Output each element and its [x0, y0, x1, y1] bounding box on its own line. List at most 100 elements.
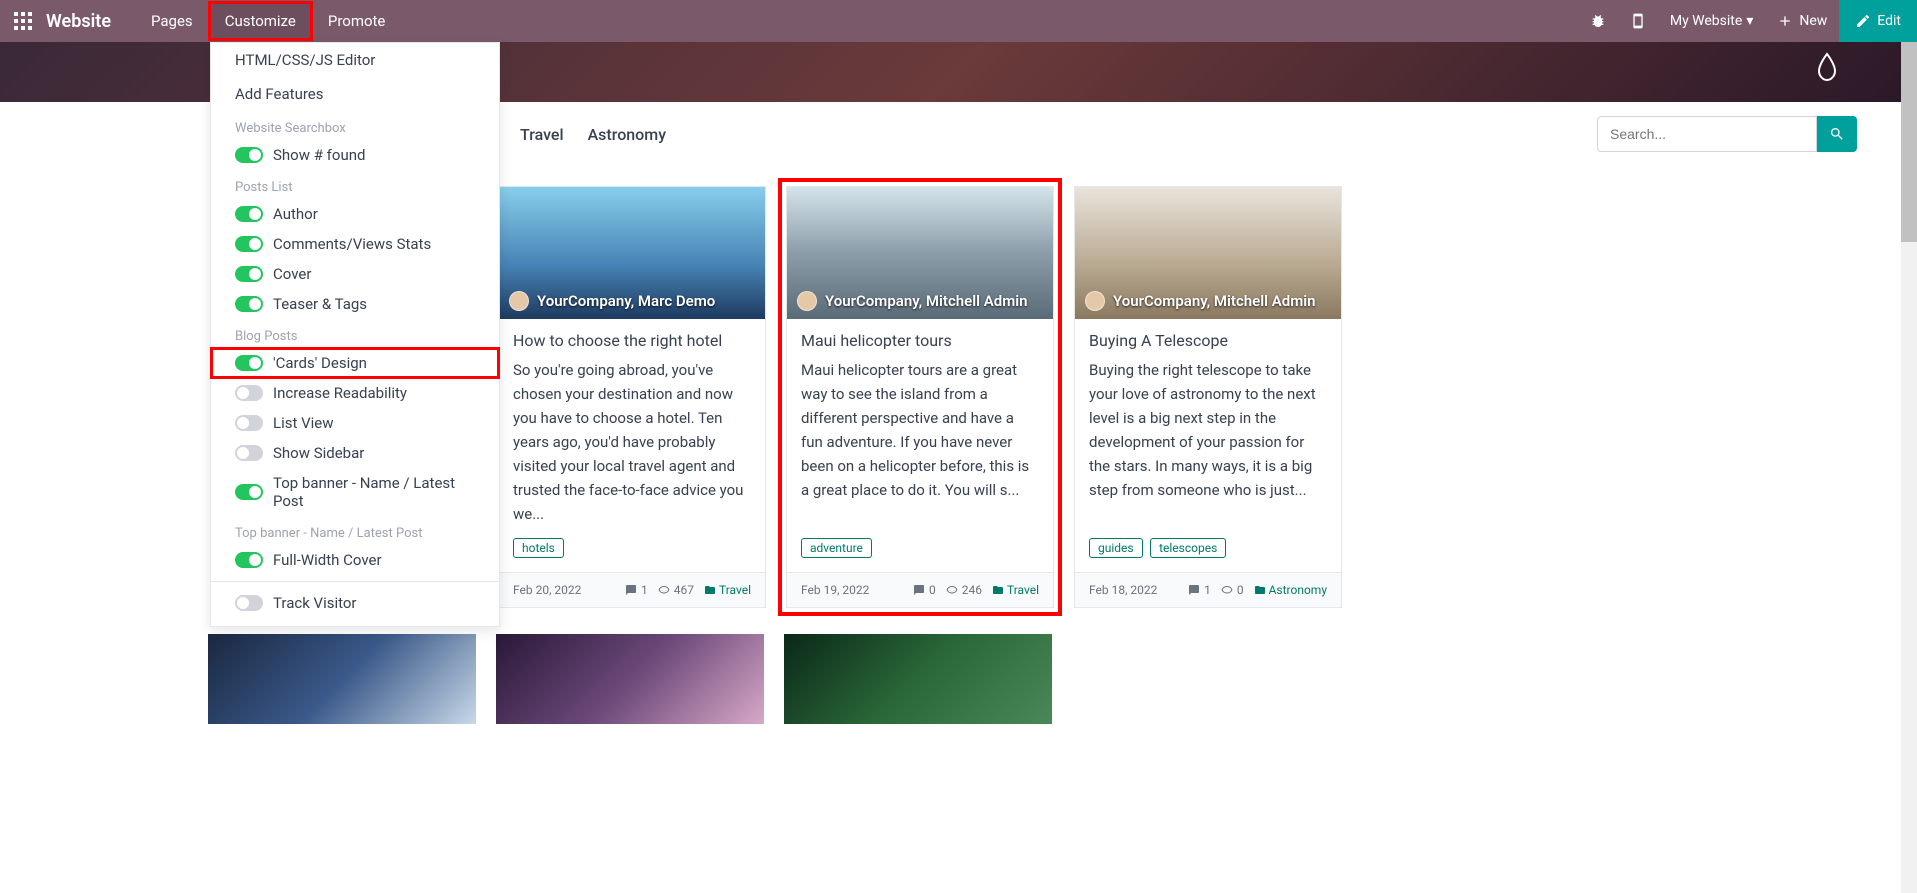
my-website-label: My Website: [1670, 13, 1742, 29]
customize-dropdown: HTML/CSS/JS Editor Add Features Website …: [210, 42, 500, 627]
filter-astronomy[interactable]: Astronomy: [576, 121, 678, 148]
dropdown-add-features[interactable]: Add Features: [211, 77, 499, 111]
views-count: 246: [962, 583, 982, 597]
card-cover-image: YourCompany, Marc Demo: [499, 187, 765, 319]
toggle-track-visitor[interactable]: Track Visitor: [211, 588, 499, 618]
edit-button[interactable]: Edit: [1839, 0, 1917, 42]
views-icon: [658, 584, 670, 596]
toggle-list-view[interactable]: List View: [211, 408, 499, 438]
comment-icon: [625, 584, 637, 596]
bug-icon[interactable]: [1578, 13, 1618, 29]
views-icon: [1221, 584, 1233, 596]
mobile-icon[interactable]: [1618, 13, 1658, 29]
toggle-switch[interactable]: [235, 484, 263, 500]
nav-customize[interactable]: Customize: [209, 2, 312, 40]
new-label: New: [1799, 13, 1827, 29]
edit-label: Edit: [1877, 13, 1901, 29]
toggle-switch[interactable]: [235, 236, 263, 252]
toggle-switch[interactable]: [235, 595, 263, 611]
category-label[interactable]: Travel: [719, 583, 751, 597]
toggle-show-sidebar[interactable]: Show Sidebar: [211, 438, 499, 468]
blog-card[interactable]: YourCompany, Marc Demo How to choose the…: [498, 186, 766, 608]
views-count: 0: [1237, 583, 1244, 597]
scroll-thumb[interactable]: [1901, 42, 1917, 242]
comment-icon: [913, 584, 925, 596]
comment-count: 1: [641, 583, 648, 597]
toggle-switch[interactable]: [235, 415, 263, 431]
card-text: Maui helicopter tours are a great way to…: [801, 358, 1039, 502]
toggle-top-banner[interactable]: Top banner - Name / Latest Post: [211, 468, 499, 516]
nav-pages[interactable]: Pages: [135, 2, 209, 40]
filter-travel[interactable]: Travel: [508, 121, 576, 148]
scrollbar[interactable]: [1901, 42, 1917, 893]
folder-icon: [992, 584, 1004, 596]
toggle-switch[interactable]: [235, 147, 263, 163]
toggle-author[interactable]: Author: [211, 199, 499, 229]
card-text: So you're going abroad, you've chosen yo…: [513, 358, 751, 526]
avatar: [1085, 291, 1105, 311]
toggle-cover[interactable]: Cover: [211, 259, 499, 289]
dropdown-html-editor[interactable]: HTML/CSS/JS Editor: [211, 43, 499, 77]
nav-promote[interactable]: Promote: [312, 2, 402, 40]
author-label: YourCompany, Mitchell Admin: [825, 292, 1028, 310]
toggle-switch[interactable]: [235, 296, 263, 312]
brand-label[interactable]: Website: [46, 11, 135, 32]
search-button[interactable]: [1817, 116, 1857, 152]
category-label[interactable]: Astronomy: [1269, 583, 1327, 597]
apps-icon[interactable]: [0, 12, 46, 30]
blog-card-cover[interactable]: [496, 634, 764, 724]
toggle-switch[interactable]: [235, 552, 263, 568]
author-label: YourCompany, Marc Demo: [537, 292, 715, 310]
comment-count: 0: [929, 583, 936, 597]
card-title: How to choose the right hotel: [513, 331, 751, 350]
views-icon: [946, 584, 958, 596]
dropdown-header-posts-list: Posts List: [211, 170, 499, 199]
folder-icon: [704, 584, 716, 596]
search-input[interactable]: [1597, 116, 1817, 152]
card-date: Feb 19, 2022: [801, 583, 869, 597]
avatar: [797, 291, 817, 311]
card-date: Feb 18, 2022: [1089, 583, 1157, 597]
cards-row: YourCompany, Marc Demo How to choose the…: [498, 186, 1857, 608]
toggle-comments-views[interactable]: Comments/Views Stats: [211, 229, 499, 259]
card-cover-image: YourCompany, Mitchell Admin: [787, 187, 1053, 319]
card-text: Buying the right telescope to take your …: [1089, 358, 1327, 502]
new-button[interactable]: New: [1765, 13, 1839, 29]
folder-icon: [1254, 584, 1266, 596]
toggle-switch[interactable]: [235, 206, 263, 222]
tag[interactable]: telescopes: [1150, 538, 1226, 558]
toggle-teaser-tags[interactable]: Teaser & Tags: [211, 289, 499, 319]
card-cover-image: YourCompany, Mitchell Admin: [1075, 187, 1341, 319]
bottom-cards-row: [208, 634, 1857, 724]
views-count: 467: [674, 583, 694, 597]
toggle-show-found[interactable]: Show # found: [211, 140, 499, 170]
my-website-dropdown[interactable]: My Website ▾: [1658, 13, 1765, 29]
toggle-switch[interactable]: [235, 266, 263, 282]
toggle-increase-readability[interactable]: Increase Readability: [211, 378, 499, 408]
category-label[interactable]: Travel: [1007, 583, 1039, 597]
tag[interactable]: guides: [1089, 538, 1143, 558]
topbar: Website Pages Customize Promote My Websi…: [0, 0, 1917, 42]
blog-card[interactable]: YourCompany, Mitchell Admin Buying A Tel…: [1074, 186, 1342, 608]
blog-card-cover[interactable]: [208, 634, 476, 724]
toggle-switch[interactable]: [235, 385, 263, 401]
blog-card-cover[interactable]: [784, 634, 1052, 724]
avatar: [509, 291, 529, 311]
tag[interactable]: adventure: [801, 538, 872, 558]
card-date: Feb 20, 2022: [513, 583, 581, 597]
dropdown-header-searchbox: Website Searchbox: [211, 111, 499, 140]
toggle-switch[interactable]: [235, 355, 263, 371]
author-label: YourCompany, Mitchell Admin: [1113, 292, 1316, 310]
dropdown-header-blog-posts: Blog Posts: [211, 319, 499, 348]
card-title: Maui helicopter tours: [801, 331, 1039, 350]
droplet-icon[interactable]: [1815, 52, 1839, 86]
tag[interactable]: hotels: [513, 538, 564, 558]
toggle-cards-design[interactable]: 'Cards' Design: [211, 348, 499, 378]
dropdown-header-top-banner: Top banner - Name / Latest Post: [211, 516, 499, 545]
toggle-full-width-cover[interactable]: Full-Width Cover: [211, 545, 499, 575]
card-title: Buying A Telescope: [1089, 331, 1327, 350]
comment-icon: [1188, 584, 1200, 596]
blog-card[interactable]: YourCompany, Mitchell Admin Maui helicop…: [786, 186, 1054, 608]
comment-count: 1: [1204, 583, 1211, 597]
toggle-switch[interactable]: [235, 445, 263, 461]
